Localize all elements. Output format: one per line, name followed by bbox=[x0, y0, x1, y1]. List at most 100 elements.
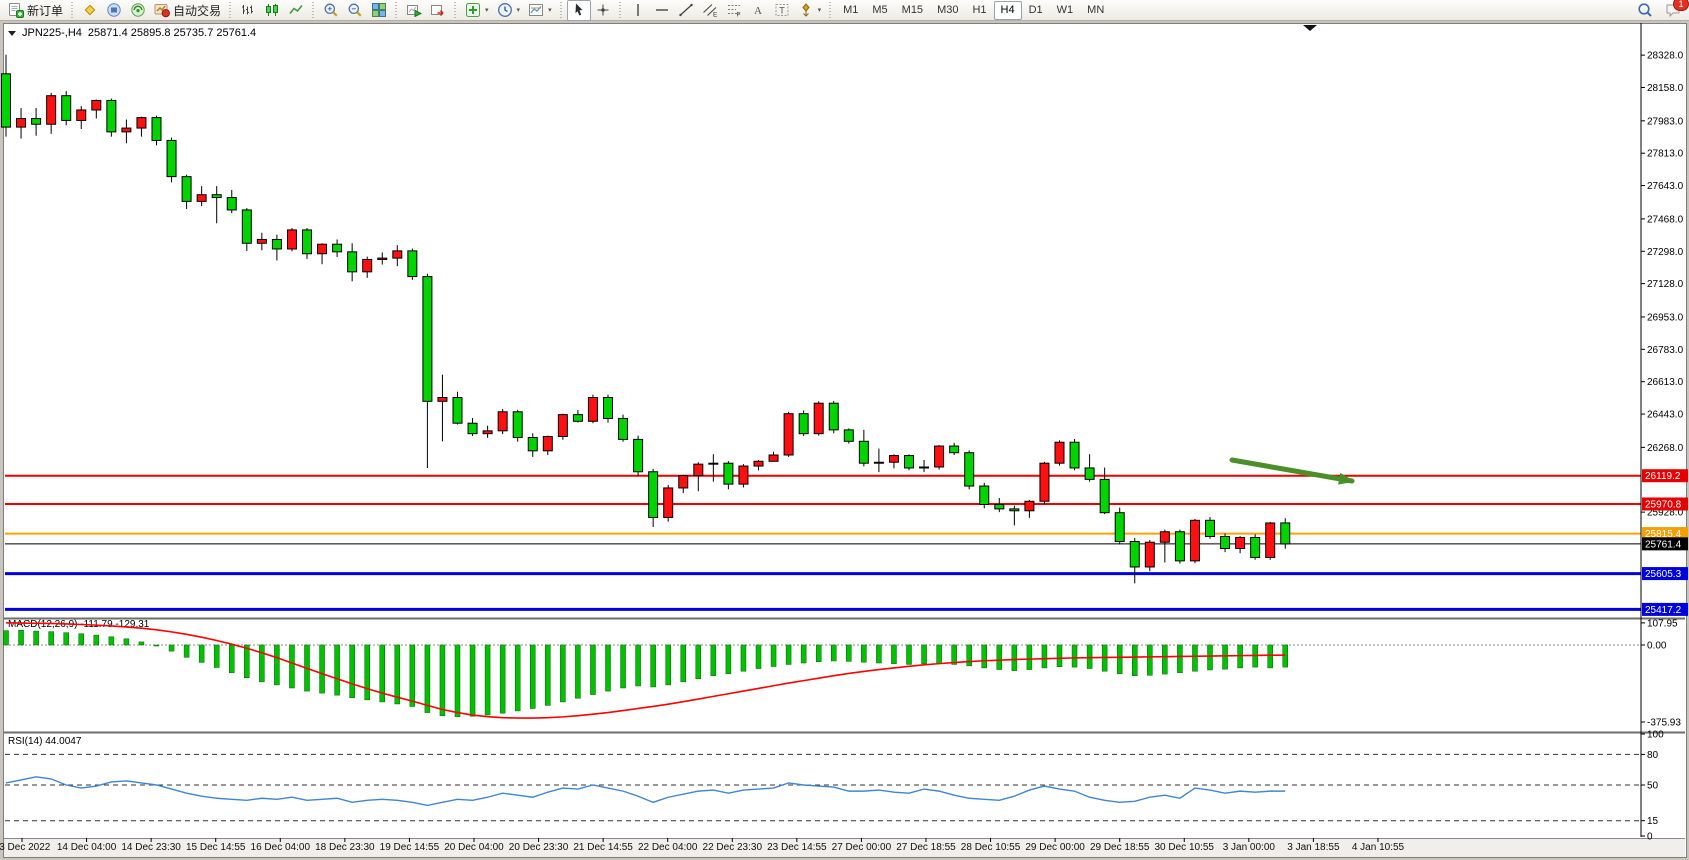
time-tick-label: 3 Jan 18:55 bbox=[1287, 842, 1339, 853]
shapes-icon bbox=[798, 2, 814, 18]
timeframe-button-mn[interactable]: MN bbox=[1080, 1, 1111, 20]
timeframe-button-m5[interactable]: M5 bbox=[865, 1, 894, 20]
dropdown-arrow-icon[interactable]: ▾ bbox=[485, 6, 489, 14]
time-tick-label: 27 Dec 00:00 bbox=[832, 842, 892, 853]
toolbar-button-search[interactable] bbox=[1633, 0, 1657, 21]
toolbar-button-zoom-out[interactable] bbox=[343, 0, 367, 21]
time-tick-label: 22 Dec 04:00 bbox=[638, 842, 698, 853]
hline-icon bbox=[654, 2, 670, 18]
time-tick-label: 3 Jan 00:00 bbox=[1223, 842, 1275, 853]
toolbar-button-text-label[interactable]: T bbox=[770, 0, 794, 21]
time-tick-label: 20 Dec 23:30 bbox=[509, 842, 569, 853]
toolbar-button-chart-shift[interactable] bbox=[426, 0, 450, 21]
timeframe-button-m30[interactable]: M30 bbox=[930, 1, 965, 20]
time-tick-label: 20 Dec 04:00 bbox=[444, 842, 504, 853]
symbol-period-label: JPN225-,H4 bbox=[22, 27, 82, 39]
toolbar-button-tile-windows[interactable] bbox=[367, 0, 391, 21]
time-tick-label: 14 Dec 04:00 bbox=[57, 842, 117, 853]
time-tick-label: 13 Dec 2022 bbox=[0, 842, 50, 853]
notification-badge: 1 bbox=[1673, 0, 1689, 11]
toolbar-button-zoom-in[interactable] bbox=[319, 0, 343, 21]
toolbar-button-cursor[interactable] bbox=[567, 0, 591, 21]
dropdown-arrow-icon[interactable]: ▾ bbox=[548, 6, 552, 14]
toolbar-button-indicators[interactable]: ▾ bbox=[461, 0, 493, 21]
timeframe-button-m15[interactable]: M15 bbox=[895, 1, 930, 20]
time-tick-label: 18 Dec 23:30 bbox=[315, 842, 375, 853]
fibo-icon: F bbox=[726, 2, 742, 18]
timeframe-button-h1[interactable]: H1 bbox=[965, 1, 993, 20]
timeframe-button-w1[interactable]: W1 bbox=[1050, 1, 1081, 20]
time-tick-label: 4 Jan 10:55 bbox=[1352, 842, 1404, 853]
textlabel-icon: T bbox=[774, 2, 790, 18]
tile-icon bbox=[371, 2, 387, 18]
texta-icon: A bbox=[750, 2, 766, 18]
toolbar-button-label: 自动交易 bbox=[173, 2, 221, 19]
time-tick-label: 21 Dec 14:55 bbox=[573, 842, 633, 853]
terminal-icon bbox=[106, 2, 122, 18]
toolbar-button-horizontal-line[interactable] bbox=[650, 0, 674, 21]
indicators-icon bbox=[465, 2, 481, 18]
dropdown-arrow-icon[interactable]: ▾ bbox=[818, 6, 822, 14]
vline-icon bbox=[630, 2, 646, 18]
timeframe-button-m1[interactable]: M1 bbox=[836, 1, 865, 20]
linechart-icon bbox=[288, 2, 304, 18]
cursor-icon bbox=[571, 2, 587, 18]
svg-text:A: A bbox=[754, 5, 762, 17]
toolbar-button-auto-scroll[interactable] bbox=[402, 0, 426, 21]
toolbar-button-label: 新订单 bbox=[27, 2, 63, 19]
toolbar-group-separator bbox=[558, 2, 565, 18]
rsi-label: RSI(14) 44.0047 bbox=[8, 736, 81, 747]
time-tick-label: 14 Dec 23:30 bbox=[121, 842, 181, 853]
toolbar-button-crosshair[interactable] bbox=[591, 0, 615, 21]
svg-text:T: T bbox=[779, 6, 785, 16]
toolbar-button-candle-chart[interactable] bbox=[260, 0, 284, 21]
main-toolbar: 新订单 自动交易 ▾ ▾ ▾ E F A T ▾ M1M5M15M30H1H4D1W1MN 1 bbox=[0, 0, 1689, 21]
toolbar-button-text[interactable]: A bbox=[746, 0, 770, 21]
timeframe-button-d1[interactable]: D1 bbox=[1022, 1, 1050, 20]
toolbar-button-line-chart[interactable] bbox=[284, 0, 308, 21]
toolbar-button-new-order[interactable]: 新订单 bbox=[4, 0, 67, 21]
trendline-icon bbox=[678, 2, 694, 18]
toolbar-button-periods[interactable]: ▾ bbox=[493, 0, 525, 21]
time-axis[interactable]: 13 Dec 202214 Dec 04:0014 Dec 23:3015 De… bbox=[4, 838, 1685, 857]
toolbar-group-separator bbox=[617, 2, 624, 18]
toolbar-group-separator bbox=[227, 2, 234, 18]
candles-icon bbox=[264, 2, 280, 18]
time-tick-label: 15 Dec 14:55 bbox=[186, 842, 246, 853]
crosshair-icon bbox=[595, 2, 611, 18]
neworder-icon bbox=[8, 2, 24, 18]
shift-icon bbox=[430, 2, 446, 18]
time-tick-label: 23 Dec 14:55 bbox=[767, 842, 827, 853]
toolbar-button-notifications[interactable]: 1 bbox=[1661, 0, 1685, 21]
svg-text:E: E bbox=[713, 12, 718, 19]
chart-window bbox=[3, 23, 1687, 858]
toolbar-button-metaeditor[interactable] bbox=[78, 0, 102, 21]
zoomout-icon bbox=[347, 2, 363, 18]
zoomin-icon bbox=[323, 2, 339, 18]
toolbar-button-bar-chart[interactable] bbox=[236, 0, 260, 21]
toolbar-group-separator bbox=[827, 2, 834, 18]
search-icon bbox=[1637, 2, 1653, 18]
toolbar-group-separator bbox=[310, 2, 317, 18]
toolbar-button-arrows[interactable]: ▾ bbox=[794, 0, 826, 21]
timeframe-button-h4[interactable]: H4 bbox=[994, 1, 1022, 20]
toolbar-button-autotrading[interactable]: 自动交易 bbox=[150, 0, 225, 21]
toolbar-button-templates[interactable]: ▾ bbox=[524, 0, 556, 21]
ohlc-values: 25871.4 25895.8 25735.7 25761.4 bbox=[88, 27, 256, 39]
metaeditor-icon bbox=[82, 2, 98, 18]
toolbar-right-section: 1 bbox=[1633, 0, 1685, 21]
toolbar-button-equidistant-channel[interactable]: E bbox=[698, 0, 722, 21]
chart-menu-icon[interactable] bbox=[8, 31, 16, 36]
toolbar-button-fibonacci[interactable]: F bbox=[722, 0, 746, 21]
periods-icon bbox=[497, 2, 513, 18]
dropdown-arrow-icon[interactable]: ▾ bbox=[517, 6, 521, 14]
autoscroll-icon bbox=[406, 2, 422, 18]
toolbar-button-strategy-tester[interactable] bbox=[126, 0, 150, 21]
toolbar-group-separator bbox=[452, 2, 459, 18]
toolbar-button-trendline[interactable] bbox=[674, 0, 698, 21]
toolbar-group-separator bbox=[69, 2, 76, 18]
time-tick-label: 28 Dec 10:55 bbox=[961, 842, 1021, 853]
toolbar-button-vertical-line[interactable] bbox=[626, 0, 650, 21]
toolbar-button-terminal[interactable] bbox=[102, 0, 126, 21]
svg-text:F: F bbox=[736, 12, 740, 19]
